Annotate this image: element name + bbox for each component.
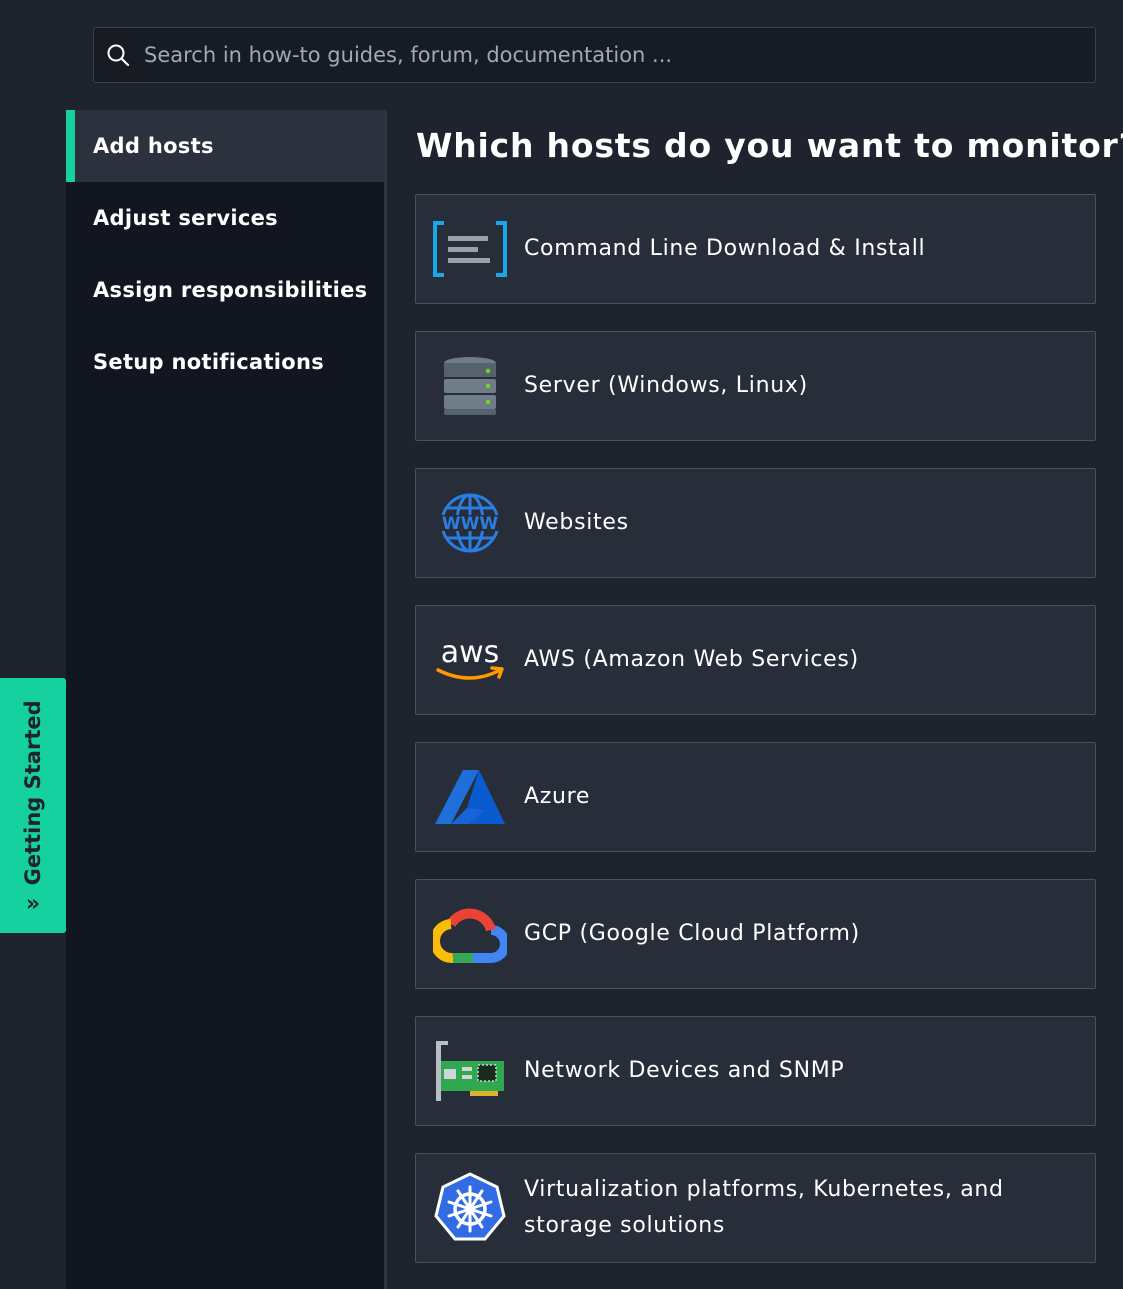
search-icon (107, 44, 130, 67)
nav-item-label: Adjust services (93, 206, 278, 230)
nav-item-setup-notifications[interactable]: Setup notifications (66, 326, 386, 398)
host-card-azure[interactable]: Azure (415, 742, 1096, 852)
host-card-label: GCP (Google Cloud Platform) (524, 921, 860, 946)
azure-logo-icon (432, 765, 508, 829)
getting-started-tab[interactable]: » Getting Started (0, 678, 66, 933)
nav-item-label: Setup notifications (93, 350, 325, 374)
host-card-aws[interactable]: aws AWS (Amazon Web Services) (415, 605, 1096, 715)
host-card-label: Websites (524, 510, 629, 535)
nav-item-label: Add hosts (93, 134, 214, 158)
host-card-label: Command Line Download & Install (524, 236, 926, 261)
search-box[interactable] (93, 27, 1096, 83)
top-bar (66, 0, 1123, 110)
nav-item-add-hosts[interactable]: Add hosts (66, 110, 386, 182)
host-card-virtualization[interactable]: Virtualization platforms, Kubernetes, an… (415, 1153, 1096, 1263)
host-card-websites[interactable]: WWW Websites (415, 468, 1096, 578)
getting-started-label: Getting Started (21, 699, 45, 885)
kubernetes-icon (432, 1172, 508, 1241)
www-text: WWW (442, 514, 499, 534)
host-card-command-line[interactable]: Command Line Download & Install (415, 194, 1096, 304)
host-card-label: Network Devices and SNMP (524, 1058, 845, 1083)
host-card-label: Server (Windows, Linux) (524, 373, 808, 398)
host-card-label: Virtualization platforms, Kubernetes, an… (524, 1177, 1004, 1238)
host-card-label: Azure (524, 784, 591, 809)
host-card-gcp[interactable]: GCP (Google Cloud Platform) (415, 879, 1096, 989)
chevron-double-right-icon: » (25, 891, 41, 917)
command-line-icon (432, 217, 508, 281)
aws-logo-icon: aws (432, 628, 508, 692)
nav-item-assign-responsibilities[interactable]: Assign responsibilities (66, 254, 386, 326)
gcp-logo-icon (432, 902, 508, 966)
main-content: Which hosts do you want to monitor? Comm… (387, 110, 1123, 1289)
network-card-icon (432, 1039, 508, 1103)
page-title: Which hosts do you want to monitor? (416, 126, 1123, 165)
nav-item-adjust-services[interactable]: Adjust services (66, 182, 386, 254)
onboarding-nav: Add hosts Adjust services Assign respons… (66, 110, 386, 1289)
globe-www-icon: WWW (432, 491, 508, 555)
left-rail (0, 0, 66, 1289)
host-card-network[interactable]: Network Devices and SNMP (415, 1016, 1096, 1126)
server-icon (432, 354, 508, 418)
search-input[interactable] (144, 43, 1064, 67)
host-card-label: AWS (Amazon Web Services) (524, 647, 859, 672)
host-card-server[interactable]: Server (Windows, Linux) (415, 331, 1096, 441)
nav-item-label: Assign responsibilities (93, 278, 368, 302)
aws-wordmark: aws (441, 635, 500, 670)
